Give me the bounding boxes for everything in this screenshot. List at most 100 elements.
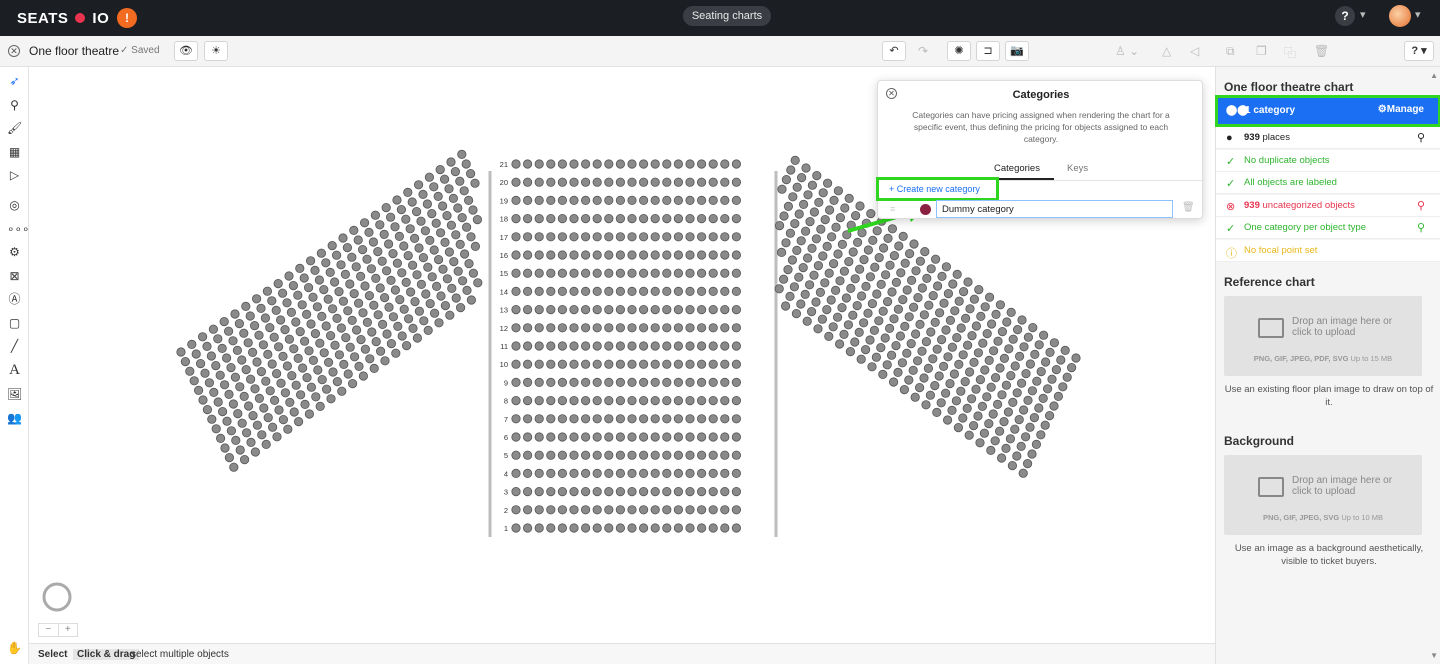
seat[interactable] xyxy=(900,321,910,331)
seat[interactable] xyxy=(176,347,186,357)
preview-eye-button[interactable]: 👁 xyxy=(174,41,198,61)
seat[interactable] xyxy=(286,307,296,317)
seat[interactable] xyxy=(272,432,282,442)
seat[interactable] xyxy=(1040,420,1050,430)
seat[interactable] xyxy=(994,426,1005,436)
seat[interactable] xyxy=(354,361,364,371)
seat[interactable] xyxy=(592,232,602,242)
seat[interactable] xyxy=(696,286,707,296)
duplicate-icon[interactable]: ⿻ xyxy=(1284,44,1296,61)
tab-keys[interactable]: Keys xyxy=(1067,163,1088,174)
seat[interactable] xyxy=(604,177,614,187)
seat[interactable] xyxy=(650,486,660,497)
seat[interactable] xyxy=(650,268,660,278)
seat[interactable] xyxy=(720,432,730,442)
seat[interactable] xyxy=(447,283,457,293)
seat[interactable] xyxy=(788,192,798,202)
seat[interactable] xyxy=(342,243,352,253)
seat[interactable] xyxy=(569,305,579,315)
seat[interactable] xyxy=(696,505,707,515)
seat[interactable] xyxy=(627,323,637,333)
seat[interactable] xyxy=(580,195,591,205)
seat[interactable] xyxy=(731,214,742,224)
seat[interactable] xyxy=(822,241,832,251)
seat[interactable] xyxy=(604,505,614,515)
seat[interactable] xyxy=(604,323,614,333)
select-cursor-icon[interactable]: ➶ xyxy=(7,74,22,89)
seat[interactable] xyxy=(807,243,817,253)
seat[interactable] xyxy=(824,331,834,341)
seat[interactable] xyxy=(964,367,975,377)
drag-handle-icon[interactable]: ≡ xyxy=(890,204,895,214)
seat[interactable] xyxy=(204,378,214,388)
seat[interactable] xyxy=(787,255,798,265)
seat[interactable] xyxy=(239,328,249,338)
seat[interactable] xyxy=(604,250,614,260)
seat[interactable] xyxy=(850,274,860,284)
seat[interactable] xyxy=(569,341,579,351)
seat[interactable] xyxy=(546,341,556,351)
seat[interactable] xyxy=(360,281,370,291)
seat[interactable] xyxy=(696,250,707,260)
seat[interactable] xyxy=(256,366,266,377)
seat[interactable] xyxy=(278,414,288,425)
seat[interactable] xyxy=(913,293,923,303)
seat[interactable] xyxy=(856,354,866,364)
seat[interactable] xyxy=(246,374,256,384)
seat[interactable] xyxy=(241,364,251,375)
seat[interactable] xyxy=(403,251,413,261)
seat[interactable] xyxy=(285,397,295,407)
seat[interactable] xyxy=(386,275,396,285)
seat[interactable] xyxy=(206,351,216,361)
seat[interactable] xyxy=(511,450,521,460)
seat[interactable] xyxy=(915,256,926,266)
seat[interactable] xyxy=(213,334,223,344)
seat[interactable] xyxy=(580,159,591,169)
seat[interactable] xyxy=(455,239,465,249)
seat[interactable] xyxy=(1022,458,1033,469)
seat[interactable] xyxy=(250,384,260,394)
seat[interactable] xyxy=(433,191,443,201)
seat[interactable] xyxy=(973,411,983,421)
seat[interactable] xyxy=(781,238,791,248)
seat[interactable] xyxy=(809,270,819,280)
seat[interactable] xyxy=(685,468,695,478)
seat[interactable] xyxy=(731,323,742,333)
seat[interactable] xyxy=(317,311,327,321)
seat[interactable] xyxy=(522,505,533,515)
seat[interactable] xyxy=(252,357,262,367)
seat[interactable] xyxy=(1004,344,1014,354)
seat[interactable] xyxy=(340,269,350,279)
seat[interactable] xyxy=(592,505,602,515)
seat[interactable] xyxy=(546,286,556,296)
seat[interactable] xyxy=(673,359,684,369)
seat[interactable] xyxy=(360,344,370,354)
seat[interactable] xyxy=(546,214,556,224)
seat[interactable] xyxy=(455,303,466,313)
seat[interactable] xyxy=(261,439,271,449)
seat[interactable] xyxy=(220,380,230,390)
seat[interactable] xyxy=(731,341,742,351)
seat[interactable] xyxy=(962,403,972,413)
seat[interactable] xyxy=(958,287,969,297)
seat[interactable] xyxy=(604,468,614,478)
seat[interactable] xyxy=(390,285,400,295)
seat[interactable] xyxy=(812,171,822,181)
seat[interactable] xyxy=(522,177,533,187)
section-cross-icon[interactable]: ⊠ xyxy=(7,269,22,284)
seat[interactable] xyxy=(463,195,474,205)
seat[interactable] xyxy=(921,400,931,410)
seat[interactable] xyxy=(345,342,355,352)
seat[interactable] xyxy=(811,297,821,307)
seat[interactable] xyxy=(926,264,936,274)
seat[interactable] xyxy=(470,178,480,188)
seat[interactable] xyxy=(854,327,864,337)
seat[interactable] xyxy=(289,344,299,354)
seat[interactable] xyxy=(592,432,602,442)
seat[interactable] xyxy=(920,247,930,257)
seat[interactable] xyxy=(785,228,796,238)
seat[interactable] xyxy=(840,203,850,213)
seat[interactable] xyxy=(993,336,1003,346)
seat[interactable] xyxy=(282,298,292,308)
seat[interactable] xyxy=(815,287,826,297)
